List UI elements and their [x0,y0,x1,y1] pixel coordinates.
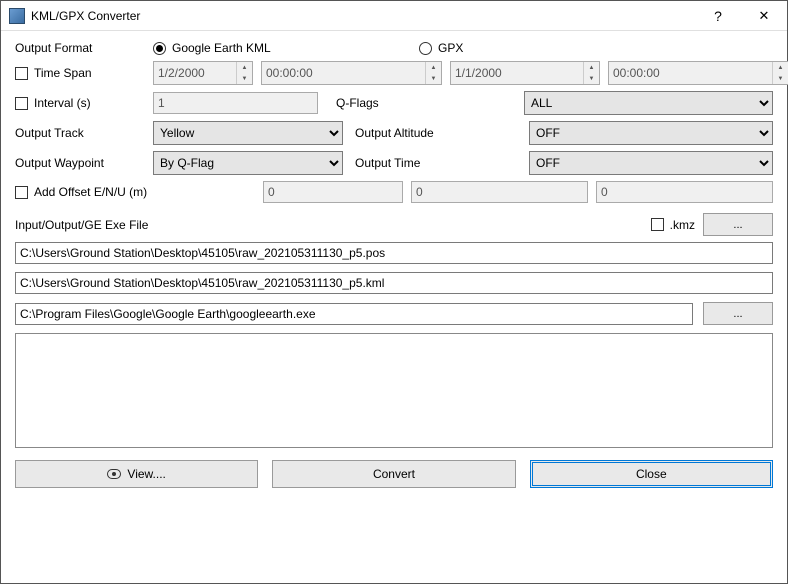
qflags-label: Q-Flags [326,96,516,110]
checkbox-box-icon [15,97,28,110]
io-section-label: Input/Output/GE Exe File [15,218,643,232]
output-altitude-select[interactable]: OFF [529,121,773,145]
app-icon [9,8,25,24]
radio-gpx[interactable]: GPX [419,41,463,55]
radio-kml[interactable]: Google Earth KML [153,41,353,55]
kmz-label: .kmz [670,218,695,232]
kmz-checkbox[interactable]: .kmz [651,218,695,232]
radio-dot-icon [153,42,166,55]
close-button-label: Close [636,467,667,481]
eye-icon [107,469,121,479]
spinner-arrows-icon[interactable]: ▲▼ [583,62,599,84]
date-end-spinner[interactable]: ▲▼ [450,61,600,85]
timespan-checkbox[interactable]: Time Span [15,66,145,80]
spinner-arrows-icon[interactable]: ▲▼ [425,62,441,84]
output-waypoint-select[interactable]: By Q-Flag [153,151,343,175]
close-window-button[interactable]: ✕ [741,1,787,31]
titlebar: KML/GPX Converter ? ✕ [1,1,787,31]
interval-input[interactable] [153,92,318,114]
view-button[interactable]: View.... [15,460,258,488]
output-format-label: Output Format [15,41,145,55]
add-offset-checkbox[interactable]: Add Offset E/N/U (m) [15,185,255,199]
spinner-arrows-icon[interactable]: ▲▼ [236,62,252,84]
time-start-input[interactable] [262,62,425,84]
radio-circle-icon [419,42,432,55]
output-altitude-label: Output Altitude [351,126,521,140]
view-button-label: View.... [127,467,165,481]
checkbox-box-icon [15,67,28,80]
qflags-select[interactable]: ALL [524,91,773,115]
convert-button-label: Convert [373,467,415,481]
date-start-input[interactable] [154,62,236,84]
input-browse-button[interactable]: ... [703,213,773,236]
ge-exe-path-field[interactable] [15,303,693,325]
add-offset-label: Add Offset E/N/U (m) [34,185,147,199]
spinner-arrows-icon[interactable]: ▲▼ [772,62,788,84]
interval-label: Interval (s) [34,96,91,110]
time-end-input[interactable] [609,62,772,84]
radio-kml-label: Google Earth KML [172,41,271,55]
offset-e-input[interactable] [263,181,403,203]
date-start-spinner[interactable]: ▲▼ [153,61,253,85]
close-button[interactable]: Close [530,460,773,488]
convert-button[interactable]: Convert [272,460,515,488]
output-time-label: Output Time [351,156,521,170]
offset-n-input[interactable] [411,181,588,203]
output-track-label: Output Track [15,126,145,140]
offset-u-input[interactable] [596,181,773,203]
input-path-field[interactable] [15,242,773,264]
checkbox-box-icon [651,218,664,231]
output-track-select[interactable]: Yellow [153,121,343,145]
interval-checkbox[interactable]: Interval (s) [15,96,145,110]
time-start-spinner[interactable]: ▲▼ [261,61,442,85]
radio-gpx-label: GPX [438,41,463,55]
output-time-select[interactable]: OFF [529,151,773,175]
output-waypoint-label: Output Waypoint [15,156,145,170]
window-title: KML/GPX Converter [31,9,140,23]
output-path-field[interactable] [15,272,773,294]
ge-exe-browse-button[interactable]: ... [703,302,773,325]
help-button[interactable]: ? [695,1,741,31]
time-end-spinner[interactable]: ▲▼ [608,61,788,85]
timespan-label: Time Span [34,66,92,80]
log-output-area [15,333,773,448]
date-end-input[interactable] [451,62,583,84]
checkbox-box-icon [15,186,28,199]
